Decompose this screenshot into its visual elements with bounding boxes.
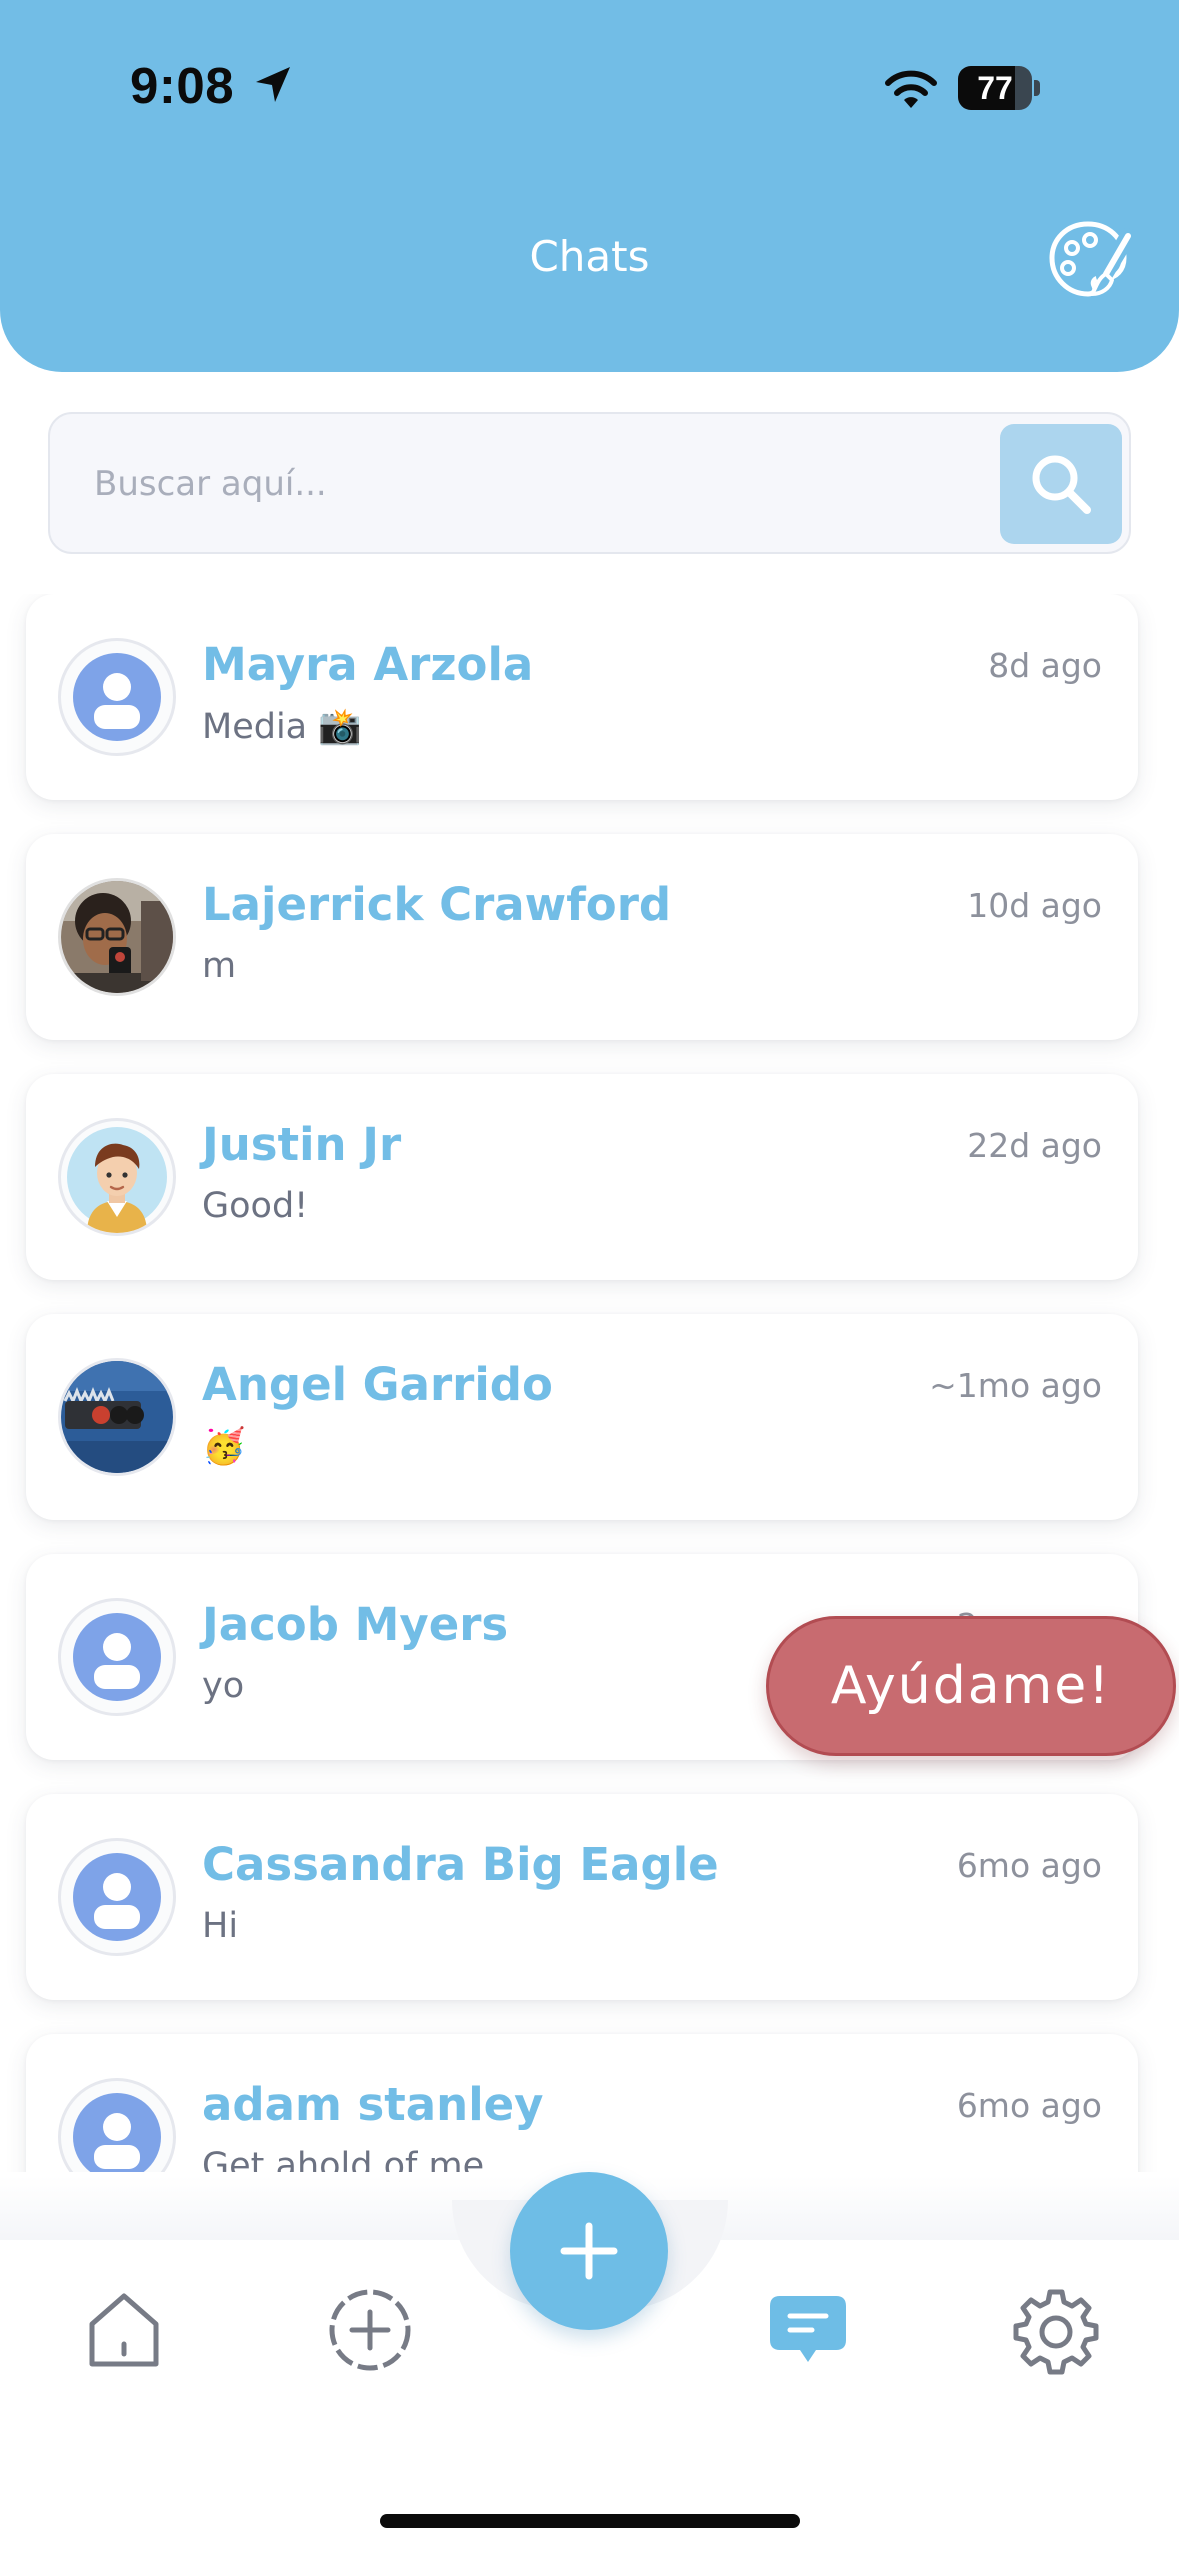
- chat-time: 6mo ago: [956, 1846, 1102, 1885]
- battery-percent: 77: [977, 70, 1013, 106]
- photo-avatar: [58, 1358, 176, 1476]
- default-avatar-icon: [58, 2078, 176, 2172]
- chat-item[interactable]: Justin Jr Good! 22d ago: [26, 1074, 1138, 1280]
- search-input[interactable]: [94, 450, 974, 518]
- chat-icon: [770, 2296, 846, 2362]
- cartoon-avatar: [58, 1118, 176, 1236]
- chat-name: Mayra Arzola: [202, 638, 534, 691]
- chat-item[interactable]: Cassandra Big Eagle Hi 6mo ago: [26, 1794, 1138, 2000]
- chat-name: Jacob Myers: [202, 1598, 509, 1651]
- default-avatar-icon: [58, 638, 176, 756]
- default-avatar-icon: [58, 1598, 176, 1716]
- battery-indicator: 77: [958, 66, 1040, 110]
- chat-item[interactable]: Lajerrick Crawford m 10d ago: [26, 834, 1138, 1040]
- chat-preview: Good!: [202, 1186, 309, 1226]
- chat-time: 8d ago: [988, 646, 1102, 685]
- chat-name: Angel Garrido: [202, 1358, 553, 1411]
- header: 9:08 77 Chats: [0, 0, 1179, 372]
- chat-time: 6mo ago: [956, 2086, 1102, 2125]
- add-circle-icon: [329, 2289, 411, 2371]
- chat-preview: Get ahold of me: [202, 2146, 485, 2172]
- wifi-icon: [885, 70, 937, 108]
- chat-time: ~1mo ago: [929, 1366, 1102, 1405]
- nav-home[interactable]: [76, 2282, 172, 2378]
- chat-name: adam stanley: [202, 2078, 544, 2131]
- chat-time: 10d ago: [967, 886, 1102, 925]
- theme-button[interactable]: [1046, 214, 1138, 306]
- default-avatar-icon: [58, 1838, 176, 1956]
- home-indicator: [380, 2514, 800, 2528]
- settings-icon: [1013, 2289, 1099, 2375]
- chat-preview: Hi: [202, 1906, 239, 1946]
- battery-nub: [1034, 80, 1040, 96]
- new-chat-fab[interactable]: [510, 2172, 668, 2330]
- chat-name: Lajerrick Crawford: [202, 878, 672, 931]
- chat-item[interactable]: Mayra Arzola Media 📸 8d ago: [26, 594, 1138, 800]
- nav-chats[interactable]: [760, 2282, 856, 2378]
- search-button[interactable]: [1000, 424, 1122, 544]
- chats-screen: 9:08 77 Chats Buscar aquí... Mayra Arzol…: [0, 0, 1179, 2556]
- nav-settings[interactable]: [1008, 2282, 1104, 2378]
- home-icon: [89, 2293, 159, 2367]
- chat-list: Mayra Arzola Media 📸 8d ago Lajerrick Cr…: [0, 594, 1179, 2172]
- battery-body: 77: [958, 66, 1032, 110]
- chat-item[interactable]: adam stanley Get ahold of me 6mo ago: [26, 2034, 1138, 2172]
- status-time: 9:08: [130, 57, 235, 114]
- page-title: Chats: [529, 232, 650, 281]
- nav-add[interactable]: [322, 2282, 418, 2378]
- chat-preview: yo: [202, 1666, 245, 1706]
- chat-name: Cassandra Big Eagle: [202, 1838, 719, 1891]
- search-icon: [1032, 455, 1091, 514]
- chat-preview: m: [202, 946, 237, 986]
- palette-brush-icon: [1049, 221, 1136, 297]
- help-button[interactable]: Ayúdame!: [766, 1616, 1176, 1756]
- photo-avatar: [58, 878, 176, 996]
- location-arrow-icon: [256, 67, 290, 102]
- chat-name: Justin Jr: [202, 1118, 402, 1171]
- chat-preview: 🥳: [202, 1427, 246, 1467]
- chat-item[interactable]: Angel Garrido 🥳 ~1mo ago: [26, 1314, 1138, 1520]
- chat-preview: Media 📸: [202, 707, 362, 747]
- chat-time: 22d ago: [967, 1126, 1102, 1165]
- search-bar: [48, 412, 1131, 554]
- plus-icon: [560, 2222, 618, 2280]
